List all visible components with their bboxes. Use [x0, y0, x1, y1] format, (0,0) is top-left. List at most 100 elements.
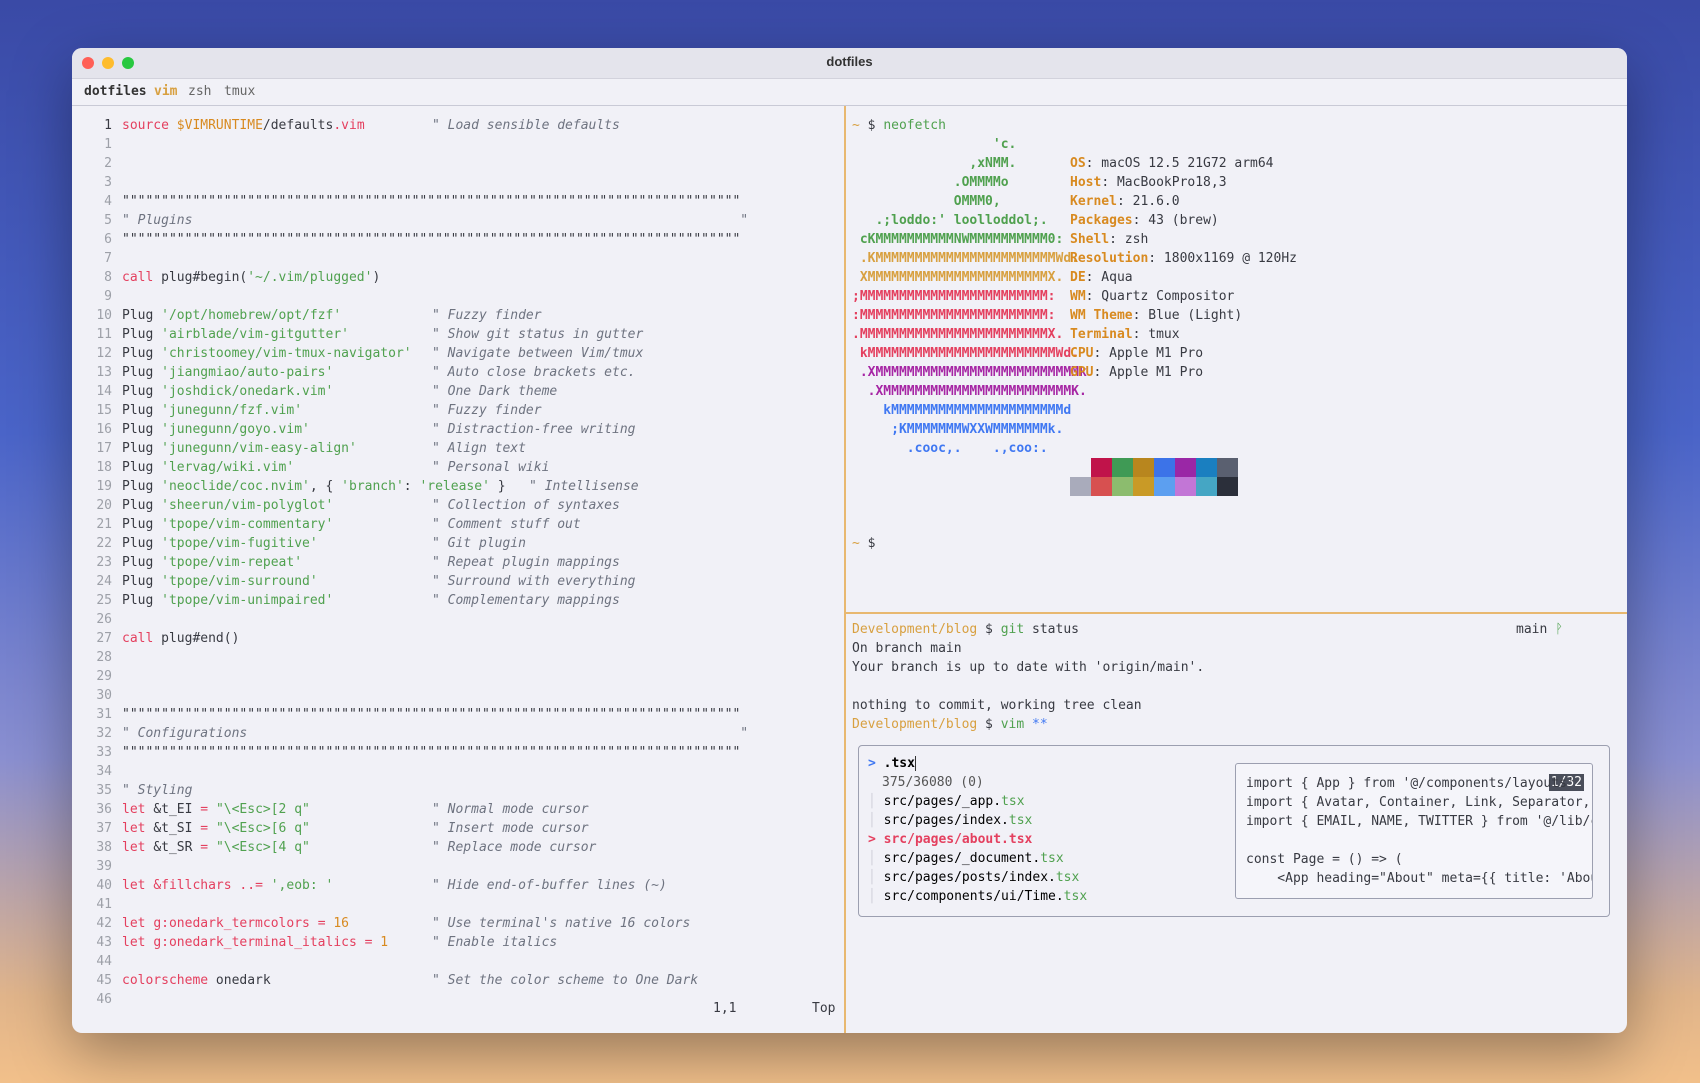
- fzf-gutter: >: [868, 832, 884, 847]
- vim-line: 37 let &t_SI = "\<Esc>[6 q" " Insert mode …: [72, 819, 588, 838]
- vim-line: 43 let g:onedark_terminal_italics = 1 " En…: [72, 933, 557, 952]
- sysinfo-key: OS: [1070, 156, 1086, 171]
- vim-line: 30: [72, 686, 122, 705]
- sysinfo-key: Shell: [1070, 232, 1110, 247]
- sysinfo-value: : Apple M1 Pro: [1093, 365, 1204, 380]
- sysinfo-key: DE: [1070, 270, 1086, 285]
- code-token: " Comment stuff out: [432, 517, 581, 532]
- line-number: 26: [96, 612, 112, 627]
- fzf-result-item[interactable]: > src/pages/about.tsx: [868, 830, 1032, 849]
- fzf-item-path: src/pages/index.: [883, 813, 1009, 828]
- code-token: ..: [239, 878, 256, 893]
- line-number: 17: [96, 441, 112, 456]
- code-token: :: [403, 479, 420, 494]
- fzf-result-item[interactable]: │ src/pages/posts/index.tsx: [868, 868, 1079, 887]
- line-number: 13: [96, 365, 112, 380]
- fzf-item-ext: tsx: [1055, 870, 1080, 885]
- code-token: 1: [380, 935, 389, 950]
- code-token: 'tpope/vim-repeat': [161, 555, 303, 570]
- code-token: Plug: [122, 498, 162, 513]
- color-swatch: [1091, 477, 1112, 496]
- vim-line: 13 Plug 'jiangmiao/auto-pairs' " Auto clos…: [72, 363, 635, 382]
- code-token: "\<Esc>[2 q": [215, 802, 310, 817]
- line-number: 10: [96, 308, 112, 323]
- tab-zsh[interactable]: zsh: [188, 79, 211, 105]
- sysinfo-value: : macOS 12.5 21G72 arm64: [1085, 156, 1274, 171]
- vim-line: 7: [72, 249, 122, 268]
- vim-pane[interactable]: 1 source $VIMRUNTIME/defaults.vim " Load s…: [72, 106, 844, 1033]
- code-token: " One Dark theme: [432, 384, 558, 399]
- fzf-result-item[interactable]: │ src/pages/_document.tsx: [868, 849, 1064, 868]
- vim-line: 32 " Configurations ": [72, 724, 748, 743]
- command: neofetch: [883, 118, 946, 133]
- code-token: " Distraction-free writing: [432, 422, 636, 437]
- fzf-result-item[interactable]: │ src/pages/_app.tsx: [868, 792, 1025, 811]
- branch-name: main: [1516, 622, 1556, 637]
- sysinfo-line: OS: macOS 12.5 21G72 arm64: [1070, 154, 1274, 173]
- vim-line: 5 " Plugins ": [72, 211, 748, 230]
- sysinfo-key: Host: [1070, 175, 1102, 190]
- sysinfo-line: CPU: Apple M1 Pro: [1070, 344, 1203, 363]
- code-token: '/opt/homebrew/opt/fzf': [161, 308, 342, 323]
- code-token: 'branch': [341, 479, 404, 494]
- code-token: let: [122, 821, 154, 836]
- fzf-result-item[interactable]: │ src/pages/index.tsx: [868, 811, 1032, 830]
- fzf-query-line: > .tsx: [868, 754, 916, 773]
- pane-divider-vertical[interactable]: [844, 106, 846, 1033]
- sysinfo-value: : 1800x1169 @ 120Hz: [1148, 251, 1297, 266]
- fzf-match-count: 375/36080 (0): [882, 775, 984, 790]
- code-token: 16: [333, 916, 349, 931]
- apple-logo-line: .;loddo:' loolloddol;.: [852, 213, 1048, 228]
- sysinfo-key: Packages: [1070, 213, 1133, 228]
- code-token: " Align text: [432, 441, 526, 456]
- fzf-item-ext: tsx: [1008, 832, 1033, 847]
- line-number: 4: [104, 194, 112, 209]
- title-bar: dotfiles: [72, 48, 1627, 79]
- pane-divider-horizontal[interactable]: [846, 612, 1627, 614]
- fzf-item-ext: tsx: [1063, 889, 1088, 904]
- code-token: " Fuzzy finder: [432, 308, 542, 323]
- code-token: " Fuzzy finder: [432, 403, 542, 418]
- tab-vim[interactable]: vim: [154, 79, 177, 105]
- tab-tmux[interactable]: tmux: [224, 79, 255, 105]
- vim-line: 35 " Styling: [72, 781, 192, 800]
- prompt: ~: [852, 118, 860, 133]
- code-token: =: [200, 821, 216, 836]
- line-number: 12: [96, 346, 112, 361]
- code-token: " Set the color scheme to One Dark: [432, 973, 699, 988]
- code-token: " Show git status in gutter: [432, 327, 644, 342]
- line-number: 20: [96, 498, 112, 513]
- sysinfo-key: CPU: [1070, 346, 1094, 361]
- apple-logo-line: ;MMMMMMMMMMMMMMMMMMMMMMMM:: [852, 289, 1056, 304]
- color-swatch: [1112, 477, 1133, 496]
- code-token: " Normal mode cursor: [432, 802, 589, 817]
- sysinfo-line: WM Theme: Blue (Light): [1070, 306, 1242, 325]
- color-swatch: [1133, 477, 1154, 496]
- vim-line: 45 colorscheme onedark " Set the color sch…: [72, 971, 698, 990]
- sysinfo-key: Resolution: [1070, 251, 1149, 266]
- code-token: 'tpope/vim-fugitive': [161, 536, 318, 551]
- vim-line: 44: [72, 952, 122, 971]
- line-number: 7: [104, 251, 112, 266]
- apple-logo-line: kMMMMMMMMMMMMMMMMMMMMMMd: [852, 403, 1072, 418]
- apple-logo-line: kMMMMMMMMMMMMMMMMMMMMMMMMWd.: [852, 346, 1079, 361]
- color-swatch: [1196, 477, 1217, 496]
- command-args: status: [1024, 622, 1079, 637]
- line-number: 34: [96, 764, 112, 779]
- preview-line: import { EMAIL, NAME, TWITTER } from '@/…: [1246, 814, 1593, 829]
- code-token: =: [200, 802, 216, 817]
- git-branch-badge: main ᚹ: [1516, 620, 1563, 639]
- code-token: colorscheme: [122, 973, 216, 988]
- code-token: """"""""""""""""""""""""""""""""""""""""…: [122, 232, 741, 247]
- code-token: Plug: [122, 441, 162, 456]
- code-token: 'jiangmiao/auto-pairs': [161, 365, 334, 380]
- fzf-result-item[interactable]: │ src/components/ui/Time.tsx: [868, 887, 1087, 906]
- sysinfo-value: : 21.6.0: [1116, 194, 1180, 209]
- line-number: 41: [96, 897, 112, 912]
- vim-line: 20 Plug 'sheerun/vim-polyglot' " Collectio…: [72, 496, 620, 515]
- prompt-sign: $: [977, 622, 1001, 637]
- code-token: .vim: [333, 118, 365, 133]
- line-number: 22: [96, 536, 112, 551]
- color-swatch: [1070, 458, 1091, 477]
- code-token: 'junegunn/goyo.vim': [161, 422, 310, 437]
